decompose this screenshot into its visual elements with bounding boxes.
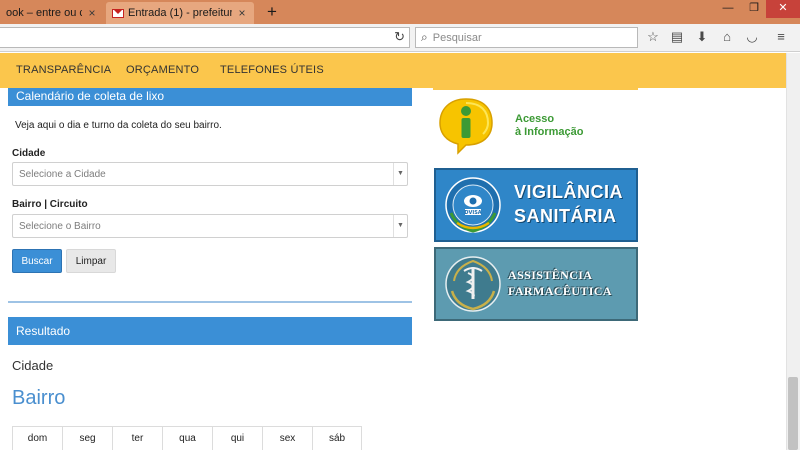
search-button[interactable]: Buscar [12,249,62,273]
collection-panel-title: Calendário de coleta de lixo [8,88,412,106]
url-bar[interactable]: ↻ [0,27,410,48]
pocket-icon[interactable]: ◡ [744,29,760,45]
acesso-line1: Acesso [515,113,555,125]
vigilancia-text: VIGILÂNCIA SANITÁRIA [514,180,623,228]
weekday-cell: seg [62,426,112,450]
district-select[interactable]: Selecione o Bairro ▼ [12,214,408,238]
weekday-cell: ter [112,426,162,450]
reload-icon[interactable]: ↻ [394,29,405,45]
pharmacy-emblem-icon [445,256,501,312]
chevron-down-icon: ▼ [393,163,407,185]
farmaceutica-line1: ASSISTÊNCIA [508,268,593,282]
weekday-cell: dom [12,426,62,450]
browser-tab-facebook[interactable]: ook – entre ou cada... × [0,2,104,24]
tab-close-icon[interactable]: × [236,6,248,20]
weekday-cell: qui [212,426,262,450]
search-input[interactable]: ⌕ Pesquisar [415,27,638,48]
result-panel-title: Resultado [8,317,412,345]
reading-list-icon[interactable]: ▤ [669,29,685,45]
tab-title: Entrada (1) - prefeituraco... [128,7,232,19]
result-district: Bairro [12,387,66,409]
acesso-informacao-banner[interactable]: Acesso à Informação [434,97,638,161]
tab-close-icon[interactable]: × [86,6,98,20]
city-select-value: Selecione a Cidade [19,168,106,180]
menu-item-orcamento[interactable]: ORÇAMENTO [126,64,199,76]
city-select[interactable]: Selecione a Cidade ▼ [12,162,408,186]
acesso-line2: à Informação [515,126,584,138]
maximize-button[interactable]: ❐ [742,0,766,18]
weekday-cell: sáb [312,426,362,450]
vigilancia-emblem-icon: DVISA [445,177,501,233]
vigilancia-line1: VIGILÂNCIA [514,182,624,202]
vigilancia-line2: SANITÁRIA [514,206,617,226]
new-tab-button[interactable]: + [262,2,282,22]
vigilancia-emblem-label: DVISA [464,210,481,216]
collection-description: Veja aqui o dia e turno da coleta do seu… [15,120,222,131]
district-select-value: Selecione o Bairro [19,220,101,232]
vigilancia-sanitaria-banner[interactable]: DVISA VIGILÂNCIA SANITÁRIA [434,168,638,242]
home-icon[interactable]: ⌂ [719,29,735,45]
download-icon[interactable]: ⬇ [694,29,710,45]
menu-icon[interactable]: ≡ [773,29,789,45]
section-divider [8,301,412,303]
result-city: Cidade [12,358,54,373]
acesso-informacao-icon [439,98,493,155]
browser-tab-strip: ook – entre ou cada... × Entrada (1) - p… [0,0,800,24]
search-placeholder: Pesquisar [432,31,482,44]
chevron-down-icon: ▼ [393,215,407,237]
scrollbar-thumb[interactable] [788,377,798,450]
gmail-icon [112,8,124,18]
farmaceutica-line2: FARMACÊUTICA [508,284,612,298]
menu-item-telefones[interactable]: TELEFONES ÚTEIS [220,64,324,76]
clear-button[interactable]: Limpar [66,249,116,273]
weekday-header-row: dom seg ter qua qui sex sáb [12,426,362,450]
city-label: Cidade [12,148,46,159]
district-label: Bairro | Circuito [12,199,88,210]
search-icon: ⌕ [421,30,428,44]
close-window-button[interactable]: ✕ [766,0,800,18]
browser-navbar: ↻ ⌕ Pesquisar ☆ ▤ ⬇ ⌂ ◡ ≡ [0,24,800,52]
minimize-button[interactable]: — [716,0,740,18]
assistencia-farmaceutica-banner[interactable]: ASSISTÊNCIA FARMACÊUTICA [434,247,638,321]
tab-title: ook – entre ou cada... [6,7,82,19]
banner-top-strip [433,88,638,90]
acesso-informacao-text: Acesso à Informação [515,113,583,139]
browser-tab-gmail[interactable]: Entrada (1) - prefeituraco... × [106,2,254,24]
bookmark-star-icon[interactable]: ☆ [645,29,661,45]
menu-item-transparencia[interactable]: TRANSPARÊNCIA [16,64,111,76]
farmaceutica-text: ASSISTÊNCIA FARMACÊUTICA [508,267,612,299]
weekday-cell: qua [162,426,212,450]
weekday-cell: sex [262,426,312,450]
site-header: TRANSPARÊNCIA ORÇAMENTO TELEFONES ÚTEIS [0,53,786,88]
